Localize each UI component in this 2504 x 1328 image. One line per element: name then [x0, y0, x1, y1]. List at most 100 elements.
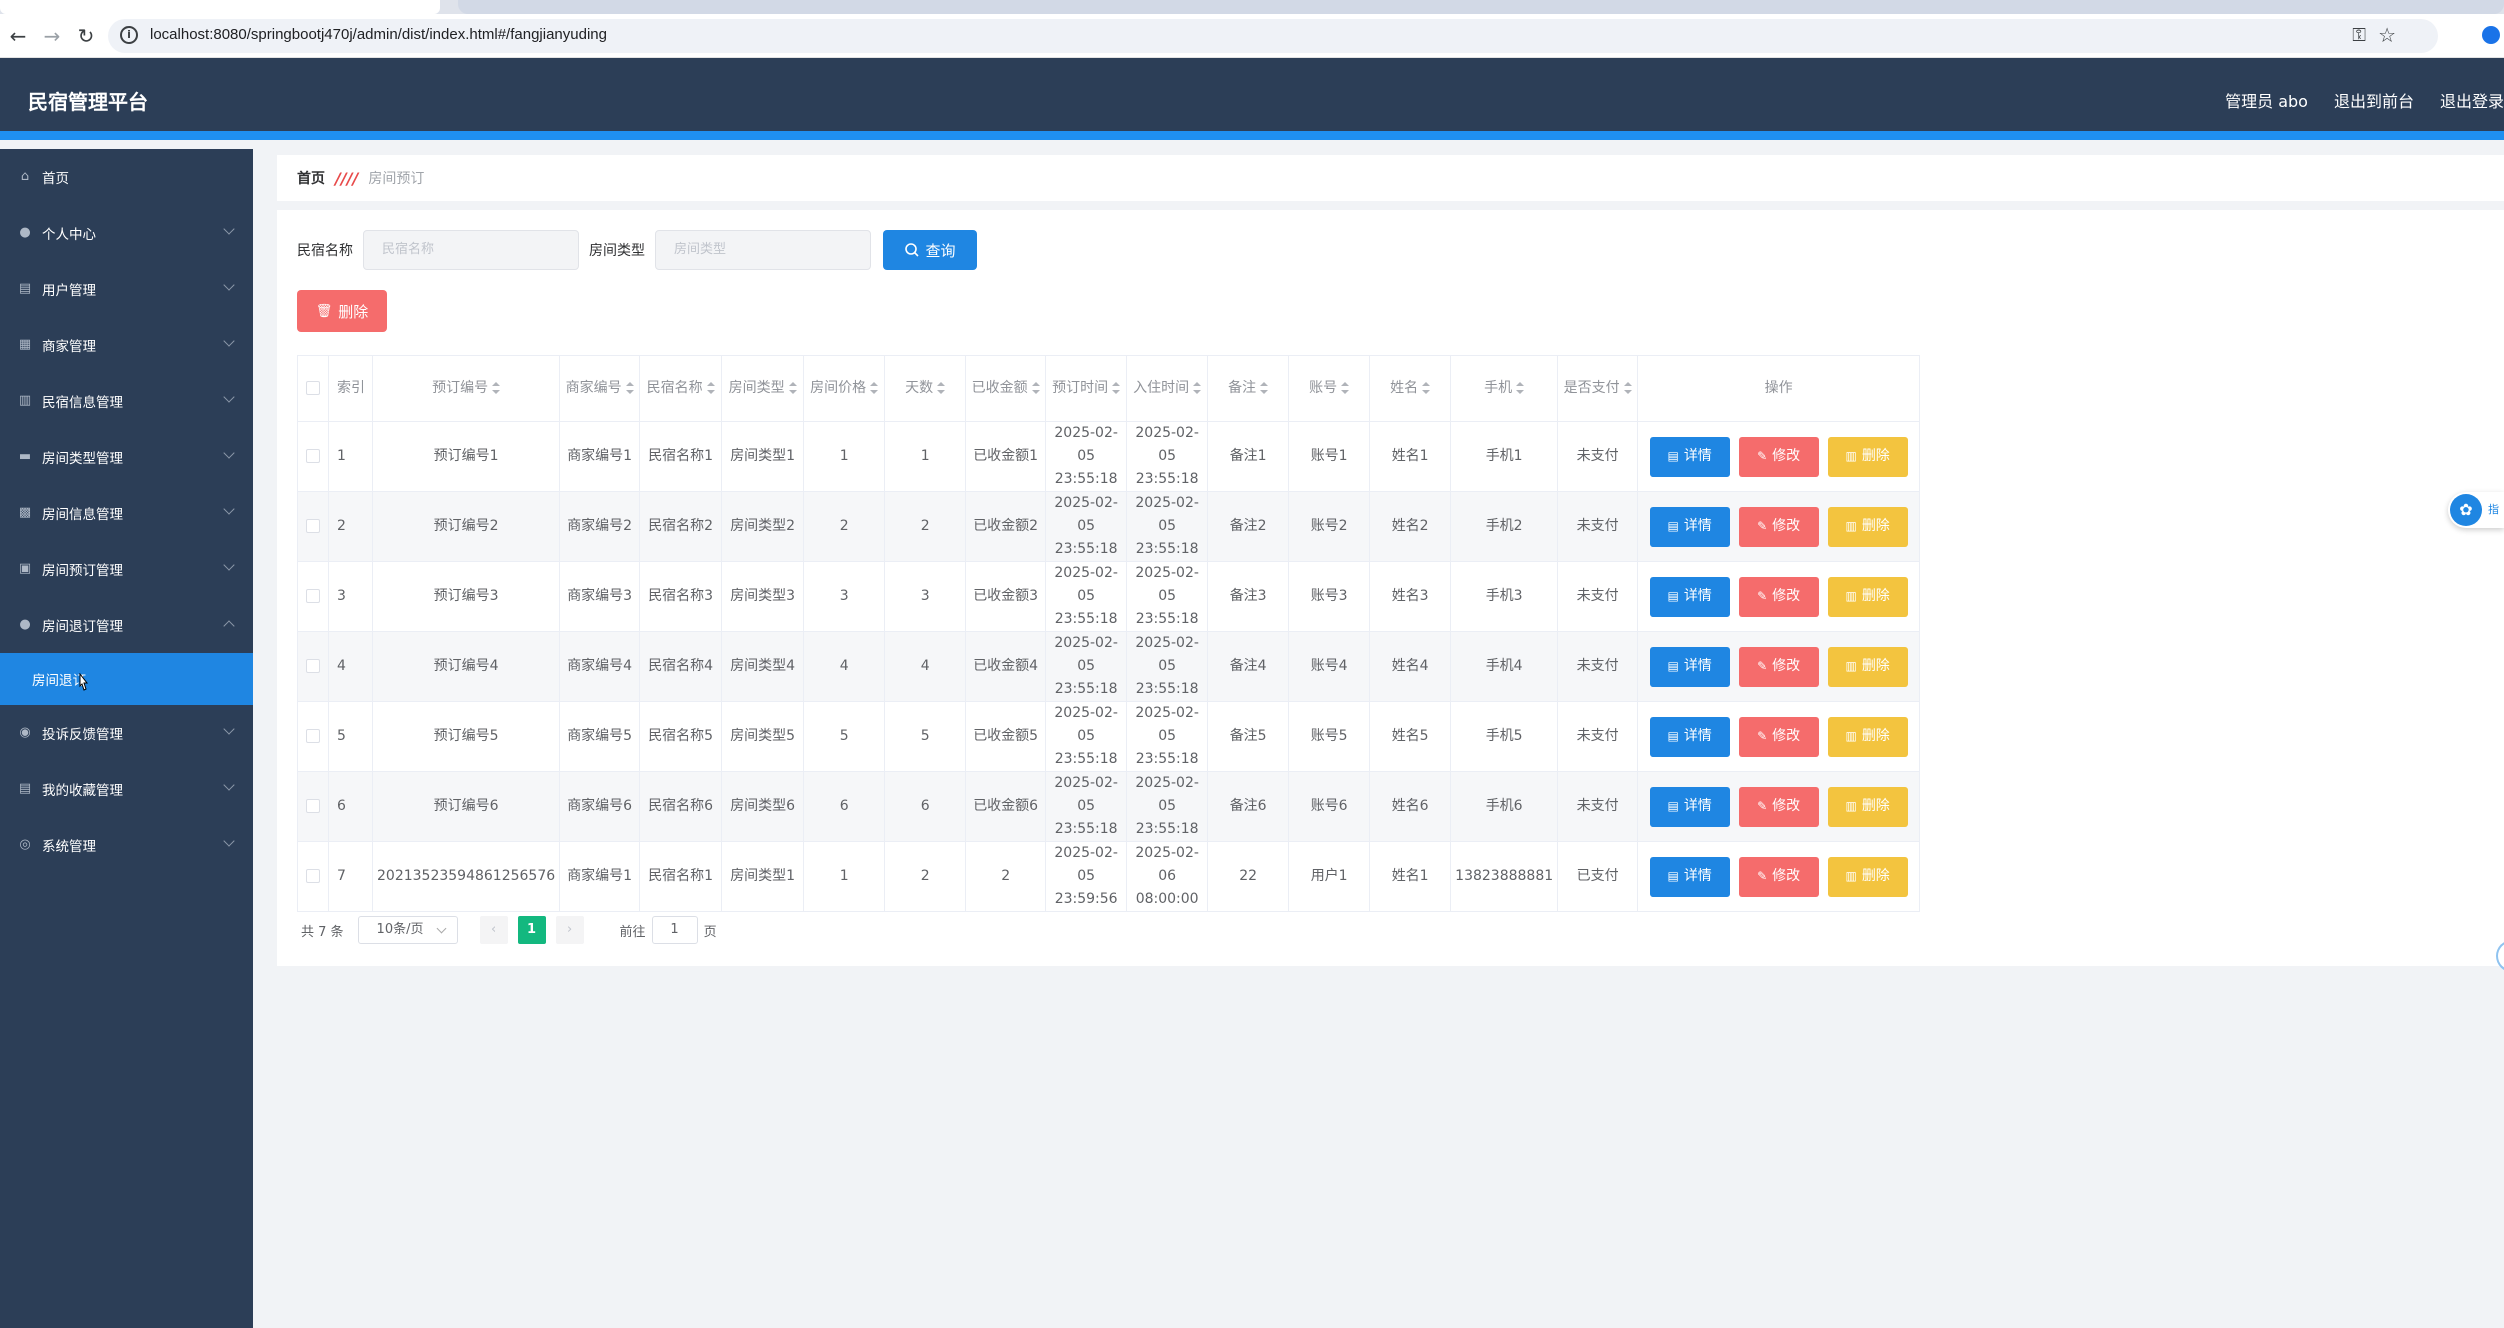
forward-icon[interactable]: →	[38, 22, 66, 50]
sidebar-item-homestay[interactable]: ▥ 民宿信息管理	[0, 373, 253, 429]
edit-button[interactable]: ✎ 修改	[1738, 576, 1819, 617]
detail-button[interactable]: ▤ 详情	[1649, 716, 1730, 757]
col-name[interactable]: 姓名	[1369, 355, 1452, 422]
sort-icon[interactable]	[1031, 382, 1040, 394]
row-select-cell[interactable]	[297, 491, 329, 562]
select-all-cell[interactable]	[297, 355, 329, 422]
next-page-button[interactable]: ›	[555, 916, 584, 944]
sort-icon[interactable]	[706, 382, 715, 394]
prev-page-button[interactable]: ‹	[479, 916, 508, 944]
logout-link[interactable]: 退出登录	[2440, 88, 2504, 112]
edit-button[interactable]: ✎ 修改	[1738, 786, 1819, 827]
password-key-icon[interactable]: ⚿	[2352, 25, 2366, 46]
col-homestay-name[interactable]: 民宿名称	[639, 355, 723, 422]
delete-button[interactable]: ▥ 删除	[1827, 576, 1908, 617]
exit-to-front-link[interactable]: 退出到前台	[2334, 88, 2414, 112]
sort-icon[interactable]	[1341, 382, 1350, 394]
edit-button[interactable]: ✎ 修改	[1738, 506, 1819, 547]
col-received-amount[interactable]: 已收金额	[965, 355, 1047, 422]
page-size-select[interactable]: 10条/页	[357, 916, 458, 944]
col-account[interactable]: 账号	[1288, 355, 1371, 422]
sidebar-item-profile[interactable]: ● 个人中心	[0, 205, 253, 261]
col-days[interactable]: 天数	[884, 355, 967, 422]
row-select-cell[interactable]	[297, 421, 329, 492]
sidebar-item-merchants[interactable]: ▦ 商家管理	[0, 317, 253, 373]
sort-icon[interactable]	[788, 382, 797, 394]
detail-button[interactable]: ▤ 详情	[1649, 576, 1730, 617]
delete-button[interactable]: ▥ 删除	[1827, 856, 1908, 897]
row-checkbox[interactable]	[306, 869, 320, 883]
row-checkbox[interactable]	[306, 659, 320, 673]
detail-button[interactable]: ▤ 详情	[1649, 786, 1730, 827]
profile-icon[interactable]	[2482, 26, 2500, 44]
sidebar-item-home[interactable]: ⌂ 首页	[0, 149, 253, 205]
sidebar-item-feedback[interactable]: ◉ 投诉反馈管理	[0, 705, 253, 761]
row-select-cell[interactable]	[297, 701, 329, 772]
browser-tab-inactive[interactable]	[458, 0, 2504, 14]
sort-icon[interactable]	[625, 382, 634, 394]
sort-icon[interactable]	[492, 382, 501, 394]
delete-button[interactable]: ▥ 删除	[1827, 786, 1908, 827]
floating-assistant-widget[interactable]: ✿ 指	[2448, 492, 2504, 528]
row-checkbox[interactable]	[306, 799, 320, 813]
col-checkin-time[interactable]: 入住时间	[1126, 355, 1209, 422]
delete-button[interactable]: ▥ 删除	[1827, 646, 1908, 687]
sidebar-subitem-room-cancel[interactable]: 房间退订	[0, 653, 253, 705]
site-info-icon[interactable]: i	[120, 26, 138, 44]
back-icon[interactable]: ←	[4, 22, 32, 50]
detail-button[interactable]: ▤ 详情	[1649, 646, 1730, 687]
delete-button[interactable]: ▥ 删除	[1827, 436, 1908, 477]
page-number-current[interactable]: 1	[517, 916, 546, 944]
sort-icon[interactable]	[1422, 382, 1431, 394]
col-room-price[interactable]: 房间价格	[803, 355, 886, 422]
detail-button[interactable]: ▤ 详情	[1649, 506, 1730, 547]
delete-button[interactable]: ▥ 删除	[1827, 716, 1908, 757]
delete-button[interactable]: ▥ 删除	[1827, 506, 1908, 547]
sidebar-item-room-cancel[interactable]: ● 房间退订管理	[0, 597, 253, 653]
sort-icon[interactable]	[937, 382, 946, 394]
row-checkbox[interactable]	[306, 519, 320, 533]
select-all-checkbox[interactable]	[306, 381, 320, 395]
detail-button[interactable]: ▤ 详情	[1649, 436, 1730, 477]
row-select-cell[interactable]	[297, 631, 329, 702]
row-checkbox[interactable]	[306, 449, 320, 463]
col-phone[interactable]: 手机	[1450, 355, 1559, 422]
sidebar-item-room-info[interactable]: ▩ 房间信息管理	[0, 485, 253, 541]
col-booking-time[interactable]: 预订时间	[1045, 355, 1128, 422]
row-checkbox[interactable]	[306, 589, 320, 603]
col-merchant-no[interactable]: 商家编号	[559, 355, 641, 422]
edit-button[interactable]: ✎ 修改	[1738, 856, 1819, 897]
reload-icon[interactable]: ↻	[72, 22, 100, 50]
sidebar-item-room-booking[interactable]: ▣ 房间预订管理	[0, 541, 253, 597]
row-checkbox[interactable]	[306, 729, 320, 743]
edit-button[interactable]: ✎ 修改	[1738, 436, 1819, 477]
col-remark[interactable]: 备注	[1207, 355, 1290, 422]
edit-button[interactable]: ✎ 修改	[1738, 646, 1819, 687]
query-button[interactable]: 查询	[883, 230, 977, 270]
sort-icon[interactable]	[1112, 382, 1121, 394]
sidebar-item-favorites[interactable]: ▤ 我的收藏管理	[0, 761, 253, 817]
sort-icon[interactable]	[1623, 382, 1632, 394]
homestay-name-input[interactable]: 民宿名称	[363, 230, 579, 270]
sort-icon[interactable]	[1516, 382, 1525, 394]
row-select-cell[interactable]	[297, 561, 329, 632]
col-room-type[interactable]: 房间类型	[721, 355, 805, 422]
bookmark-star-icon[interactable]: ☆	[2378, 23, 2396, 47]
sidebar-item-system[interactable]: ◎ 系统管理	[0, 817, 253, 873]
edit-button[interactable]: ✎ 修改	[1738, 716, 1819, 757]
col-paid[interactable]: 是否支付	[1557, 355, 1639, 422]
goto-page-input[interactable]: 1	[651, 916, 698, 944]
browser-tab-active[interactable]	[0, 0, 440, 14]
url-field[interactable]: i localhost:8080/springbootj470j/admin/d…	[108, 19, 2438, 53]
breadcrumb-home[interactable]: 首页	[297, 168, 325, 188]
row-select-cell[interactable]	[297, 841, 329, 912]
sort-icon[interactable]	[1193, 382, 1202, 394]
bulk-delete-button[interactable]: 🗑 删除	[297, 290, 387, 332]
col-booking-no[interactable]: 预订编号	[371, 355, 561, 422]
sidebar-item-room-types[interactable]: ▬ 房间类型管理	[0, 429, 253, 485]
sort-icon[interactable]	[1260, 382, 1269, 394]
room-type-input[interactable]: 房间类型	[655, 230, 871, 270]
sidebar-item-users[interactable]: ▤ 用户管理	[0, 261, 253, 317]
row-select-cell[interactable]	[297, 771, 329, 842]
url-text[interactable]: localhost:8080/springbootj470j/admin/dis…	[150, 26, 607, 43]
